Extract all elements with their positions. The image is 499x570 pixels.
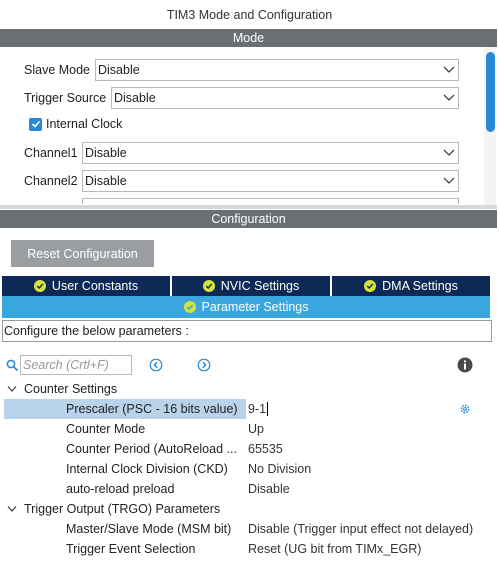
chevron-down-icon <box>440 171 458 191</box>
channel2-value: Disable <box>85 174 127 188</box>
channel2-row: Channel2 <box>24 170 80 192</box>
configure-instructions: Configure the below parameters : <box>2 320 492 342</box>
param-value[interactable]: Reset (UG bit from TIMx_EGR) <box>248 542 421 556</box>
search-icon <box>6 359 19 372</box>
param-value[interactable]: Disable (Trigger input effect not delaye… <box>248 522 473 536</box>
check-circle-icon <box>364 280 377 292</box>
reset-configuration-button[interactable]: Reset Configuration <box>11 240 154 267</box>
tab-dma-settings[interactable]: DMA Settings <box>332 276 490 296</box>
mode-section-header: Mode <box>0 29 497 47</box>
param-name: Prescaler (PSC - 16 bits value) <box>66 402 238 416</box>
param-row-counter-mode[interactable]: Counter Mode Up <box>0 419 497 439</box>
chevron-down-icon[interactable] <box>7 385 17 393</box>
slave-mode-value: Disable <box>98 63 140 77</box>
channel1-row: Channel1 <box>24 142 80 164</box>
search-placeholder: Search (Crtl+F) <box>23 358 109 372</box>
mode-panel: Slave Mode Disable Trigger Source Disabl… <box>0 47 499 204</box>
param-name: Internal Clock Division (CKD) <box>66 462 228 476</box>
tab-label: User Constants <box>51 279 139 293</box>
group-label: Trigger Output (TRGO) Parameters <box>24 502 221 516</box>
trigger-source-row: Trigger Source <box>24 87 108 109</box>
param-row-counter-period[interactable]: Counter Period (AutoReload ... 65535 <box>0 439 497 459</box>
param-value[interactable]: Disable <box>248 482 290 496</box>
param-value-input[interactable]: 9-1 <box>248 401 269 417</box>
chevron-down-icon <box>440 143 458 163</box>
channel3-select-partial[interactable] <box>82 198 459 204</box>
internal-clock-row[interactable]: Internal Clock <box>29 115 122 133</box>
tab-label: Parameter Settings <box>201 300 309 314</box>
param-row-auto-reload-preload[interactable]: auto-reload preload Disable <box>0 479 497 499</box>
configure-text: Configure the below parameters : <box>4 324 189 338</box>
slave-mode-select[interactable]: Disable <box>95 59 459 81</box>
param-row-master-slave-mode[interactable]: Master/Slave Mode (MSM bit) Disable (Tri… <box>0 519 497 539</box>
channel1-label: Channel1 <box>24 146 78 160</box>
param-name: auto-reload preload <box>66 482 175 496</box>
slave-mode-label: Slave Mode <box>24 63 91 77</box>
channel2-select[interactable]: Disable <box>82 170 459 192</box>
param-name: Counter Mode <box>66 422 146 436</box>
internal-clock-label: Internal Clock <box>46 117 123 131</box>
group-trigger-output[interactable]: Trigger Output (TRGO) Parameters <box>0 499 497 519</box>
chevron-down-icon[interactable] <box>7 505 17 513</box>
trigger-source-value: Disable <box>114 91 156 105</box>
mode-scrollbar-thumb[interactable] <box>486 52 495 132</box>
info-icon[interactable] <box>457 357 473 373</box>
tab-label: NVIC Settings <box>220 279 300 293</box>
next-result-icon[interactable] <box>197 358 211 372</box>
text-cursor <box>267 402 269 417</box>
tab-parameter-settings[interactable]: Parameter Settings <box>2 296 490 318</box>
tab-nvic-settings[interactable]: NVIC Settings <box>172 276 330 296</box>
group-label: Counter Settings <box>24 382 118 396</box>
slave-mode-row: Slave Mode <box>24 59 92 81</box>
param-row-trigger-event[interactable]: Trigger Event Selection Reset (UG bit fr… <box>0 539 497 559</box>
configuration-section-header: Configuration <box>0 210 497 228</box>
param-name: Counter Period (AutoReload ... <box>66 442 237 456</box>
tab-user-constants[interactable]: User Constants <box>2 276 170 296</box>
gear-icon[interactable] <box>459 403 471 415</box>
param-value[interactable]: Up <box>248 422 264 436</box>
channel2-label: Channel2 <box>24 174 78 188</box>
param-name: Trigger Event Selection <box>66 542 196 556</box>
group-counter-settings[interactable]: Counter Settings <box>0 379 497 399</box>
channel1-select[interactable]: Disable <box>82 142 459 164</box>
search-input[interactable]: Search (Crtl+F) <box>20 355 132 375</box>
chevron-down-icon <box>440 60 458 80</box>
param-value[interactable]: No Division <box>248 462 311 476</box>
trigger-source-label: Trigger Source <box>24 91 107 105</box>
param-row-clock-division[interactable]: Internal Clock Division (CKD) No Divisio… <box>0 459 497 479</box>
check-circle-icon <box>33 280 46 292</box>
param-value: 9-1 <box>248 401 267 416</box>
check-circle-icon <box>202 280 215 292</box>
check-circle-icon <box>183 301 196 313</box>
window-title: TIM3 Mode and Configuration <box>166 7 333 22</box>
trigger-source-select[interactable]: Disable <box>111 87 459 109</box>
chevron-down-icon <box>440 88 458 108</box>
tab-label: DMA Settings <box>382 279 458 293</box>
previous-result-icon[interactable] <box>149 358 163 372</box>
panel-splitter[interactable] <box>0 205 497 209</box>
param-row-prescaler[interactable]: Prescaler (PSC - 16 bits value) 9-1 <box>0 399 497 419</box>
channel1-value: Disable <box>85 146 127 160</box>
param-value[interactable]: 65535 <box>248 442 283 456</box>
param-name: Master/Slave Mode (MSM bit) <box>66 522 232 536</box>
internal-clock-checkbox[interactable] <box>29 117 42 131</box>
